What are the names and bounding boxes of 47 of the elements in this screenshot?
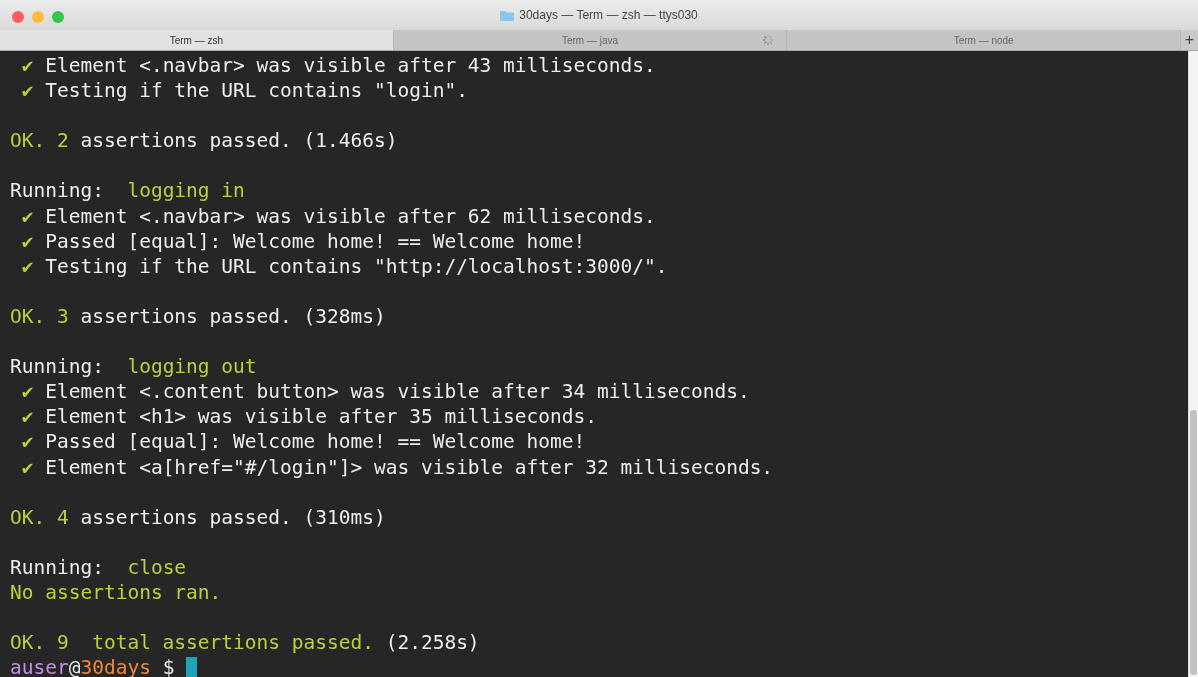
minimize-button[interactable] — [32, 11, 44, 23]
zoom-button[interactable] — [52, 11, 64, 23]
terminal-text: Element <.navbar> was visible after 43 milliseconds. — [45, 53, 656, 79]
terminal-text: assertions passed. (310ms) — [80, 504, 386, 530]
terminal-text: Running: — [10, 354, 105, 380]
terminal-text: Running: — [10, 178, 105, 204]
tab[interactable]: Term — node — [786, 30, 1180, 50]
check-mark: ✔ — [20, 78, 35, 104]
terminal-text: OK. 9 total assertions passed. — [10, 630, 375, 656]
terminal-text: logging out — [127, 354, 257, 380]
cursor — [186, 656, 198, 677]
terminal-text: OK. 4 — [10, 504, 70, 530]
terminal-text: Element <.navbar> was visible after 62 milliseconds. — [45, 203, 656, 229]
terminal-text: Element <a[href="#/login"]> was visible after 32 milliseconds. — [45, 454, 774, 480]
tab[interactable]: Term — zsh — [0, 30, 393, 50]
close-button[interactable] — [12, 11, 24, 23]
terminal-text: Testing if the URL contains "login". — [45, 78, 468, 104]
check-mark: ✔ — [20, 253, 35, 279]
folder-icon — [500, 9, 515, 21]
terminal-text: logging in — [127, 178, 245, 204]
check-mark: ✔ — [20, 454, 35, 480]
terminal-text: No assertions ran. — [10, 579, 222, 606]
terminal-text: Running: — [10, 554, 105, 580]
scrollbar[interactable] — [1188, 51, 1198, 677]
check-mark: ✔ — [20, 228, 35, 254]
terminal-text: $ — [161, 655, 176, 677]
terminal-text: close — [127, 554, 187, 580]
terminal-text: (2.258s) — [385, 630, 480, 656]
terminal-text: OK. 3 — [10, 303, 70, 330]
check-mark: ✔ — [20, 429, 35, 455]
terminal-text: @ — [68, 655, 81, 677]
terminal-text: assertions passed. (328ms) — [80, 303, 386, 330]
check-mark: ✔ — [20, 404, 35, 430]
terminal-text: Element <.content button> was visible after 34 milliseconds. — [45, 379, 750, 405]
terminal-text: assertions passed. (1.466s) — [80, 128, 398, 154]
tab[interactable]: Term — java — [392, 30, 787, 50]
scrollbar-thumb[interactable] — [1190, 410, 1197, 675]
terminal-text: Element <h1> was visible after 35 milliseconds. — [45, 404, 597, 430]
check-mark: ✔ — [20, 203, 35, 229]
terminal-text: OK. 2 — [10, 128, 70, 154]
terminal-text: auser — [10, 655, 69, 677]
terminal-text: Testing if the URL contains "http://localhost:3000/". — [45, 253, 668, 279]
window-title: 30days — Term — zsh — ttys030 — [519, 8, 698, 22]
terminal-text: Passed [equal]: Welcome home! == Welcome home! — [45, 228, 586, 254]
check-mark: ✔ — [20, 53, 35, 79]
check-mark: ✔ — [20, 379, 35, 405]
terminal-text: Passed [equal]: Welcome home! == Welcome home! — [45, 429, 586, 455]
